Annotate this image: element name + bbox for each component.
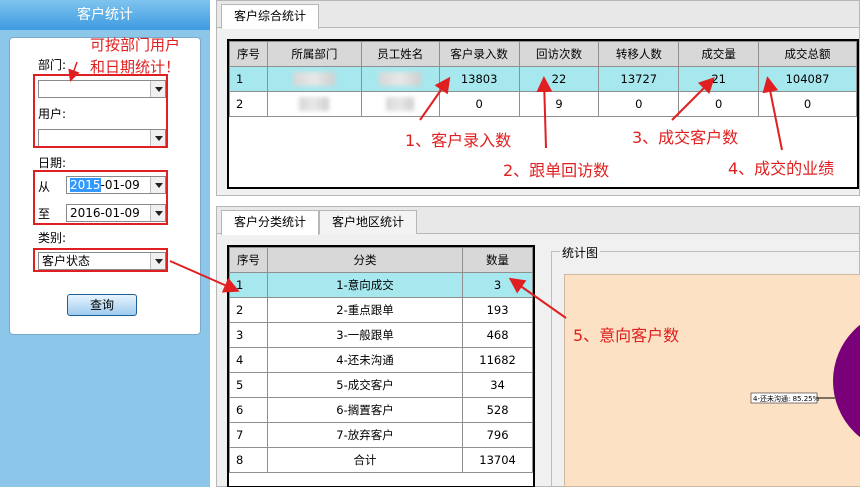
table-row[interactable]: 4 4-还未沟通 11682 <box>229 347 533 373</box>
redacted-text <box>379 72 422 87</box>
category-table-frame: 序号 分类 数量 1 1-意向成交 3 2 2-重点跟单 193 3 3-一般跟单 468 4 4-… <box>227 245 535 487</box>
chart-area: 4-还未沟通: 85.25% <box>564 274 860 487</box>
table-cell: 22 <box>518 66 600 92</box>
table-cell <box>360 66 440 92</box>
highlight-box <box>33 74 168 148</box>
redacted-text <box>386 97 415 112</box>
table-row[interactable]: 2 2-重点跟单 193 <box>229 297 533 323</box>
table-cell: 7 <box>229 422 268 448</box>
column-header: 序号 <box>229 41 268 67</box>
query-button[interactable]: 查询 <box>67 294 137 316</box>
column-header: 成交总额 <box>758 41 857 67</box>
annotation-note: 5、意向客户数 <box>573 326 680 345</box>
table-row[interactable]: 1 13803 22 13727 21 104087 <box>229 66 857 92</box>
table-header-row: 序号 所属部门 员工姓名 客户录入数 回访次数 转移人数 成交量 成交总额 <box>229 41 857 67</box>
annotation-note: 和日期统计！ <box>90 58 181 76</box>
table-cell: 2-重点跟单 <box>266 297 464 323</box>
table-row[interactable]: 5 5-成交客户 34 <box>229 372 533 398</box>
table-header-row: 序号 分类 数量 <box>229 247 533 273</box>
annotation-note: 4、成交的业绩 <box>728 159 835 178</box>
tab-bar: 客户综合统计 <box>217 1 859 29</box>
table-cell: 13704 <box>462 447 533 473</box>
table-row[interactable]: 2 0 9 0 0 0 <box>229 91 857 117</box>
table-cell: 13727 <box>598 66 680 92</box>
type-label: 类别: <box>38 231 67 245</box>
table-cell <box>266 66 362 92</box>
table-cell <box>360 91 440 117</box>
table-cell: 合计 <box>266 447 464 473</box>
table-cell: 1-意向成交 <box>266 272 464 298</box>
table-row[interactable]: 3 3-一般跟单 468 <box>229 322 533 348</box>
table-cell: 193 <box>462 297 533 323</box>
column-header: 转移人数 <box>598 41 680 67</box>
column-header: 所属部门 <box>266 41 362 67</box>
annotation-note: 2、跟单回访数 <box>503 161 610 180</box>
column-header: 序号 <box>229 247 268 273</box>
table-cell: 1 <box>229 66 268 92</box>
table-cell: 11682 <box>462 347 533 373</box>
table-cell: 4 <box>229 347 268 373</box>
tab-summary-stats[interactable]: 客户综合统计 <box>221 4 320 29</box>
pie-chart: 4-还未沟通: 85.25% <box>750 324 860 438</box>
tab-category-stats[interactable]: 客户分类统计 <box>221 210 320 235</box>
tab-bar: 客户分类统计 客户地区统计 <box>217 207 859 235</box>
table-cell: 4-还未沟通 <box>266 347 464 373</box>
category-table: 序号 分类 数量 1 1-意向成交 3 2 2-重点跟单 193 3 3-一般跟单 468 4 4-… <box>229 247 533 473</box>
table-cell: 0 <box>598 91 680 117</box>
column-header: 分类 <box>266 247 464 273</box>
column-header: 客户录入数 <box>438 41 520 67</box>
chart-groupbox: 统计图 4-还未沟通: 85.25% <box>551 244 860 487</box>
chart-group-label: 统计图 <box>560 244 601 261</box>
table-cell: 3-一般跟单 <box>266 322 464 348</box>
table-row[interactable]: 7 7-放弃客户 796 <box>229 422 533 448</box>
table-cell: 8 <box>229 447 268 473</box>
dept-label: 部门: <box>38 58 67 72</box>
column-header: 员工姓名 <box>360 41 440 67</box>
table-cell: 0 <box>758 91 857 117</box>
highlight-box <box>33 248 168 272</box>
table-cell: 9 <box>518 91 600 117</box>
table-cell: 0 <box>678 91 760 117</box>
table-cell: 7-放弃客户 <box>266 422 464 448</box>
column-header: 成交量 <box>678 41 760 67</box>
date-label: 日期: <box>38 156 67 170</box>
column-header: 数量 <box>462 247 533 273</box>
table-cell: 1 <box>229 272 268 298</box>
table-cell: 5 <box>229 372 268 398</box>
table-cell: 5-成交客户 <box>266 372 464 398</box>
column-header: 回访次数 <box>518 41 600 67</box>
table-cell: 34 <box>462 372 533 398</box>
table-row[interactable]: 1 1-意向成交 3 <box>229 272 533 298</box>
highlight-box <box>33 170 168 225</box>
table-cell: 3 <box>462 272 533 298</box>
redacted-text <box>293 72 336 87</box>
slice-label: 4-还未沟通: 85.25% <box>753 394 820 403</box>
table-cell <box>266 91 362 117</box>
sidebar-title: 客户统计 <box>0 0 210 30</box>
table-cell: 0 <box>438 91 520 117</box>
sidebar: 客户统计 部门: 用户: 日期: 从 2015-01-09 至 2016-01-… <box>0 0 210 487</box>
table-cell: 468 <box>462 322 533 348</box>
redacted-text <box>299 97 330 112</box>
table-cell: 796 <box>462 422 533 448</box>
table-cell: 6-搁置客户 <box>266 397 464 423</box>
table-cell: 104087 <box>758 66 857 92</box>
table-cell: 3 <box>229 322 268 348</box>
annotation-note: 3、成交客户数 <box>632 128 739 147</box>
table-row[interactable]: 8 合计 13704 <box>229 447 533 473</box>
table-cell: 528 <box>462 397 533 423</box>
table-row[interactable]: 6 6-搁置客户 528 <box>229 397 533 423</box>
tab-region-stats[interactable]: 客户地区统计 <box>319 210 418 234</box>
table-cell: 6 <box>229 397 268 423</box>
category-pane: 客户分类统计 客户地区统计 序号 分类 数量 1 1-意向成交 3 2 2-重点跟单 19… <box>216 206 860 487</box>
annotation-note: 1、客户录入数 <box>405 131 512 150</box>
summary-table: 序号 所属部门 员工姓名 客户录入数 回访次数 转移人数 成交量 成交总额 1 … <box>229 41 857 117</box>
pie-slice <box>833 324 860 438</box>
table-cell: 2 <box>229 91 268 117</box>
table-cell: 21 <box>678 66 760 92</box>
table-cell: 13803 <box>438 66 520 92</box>
table-cell: 2 <box>229 297 268 323</box>
annotation-note: 可按部门用户 <box>90 36 181 54</box>
